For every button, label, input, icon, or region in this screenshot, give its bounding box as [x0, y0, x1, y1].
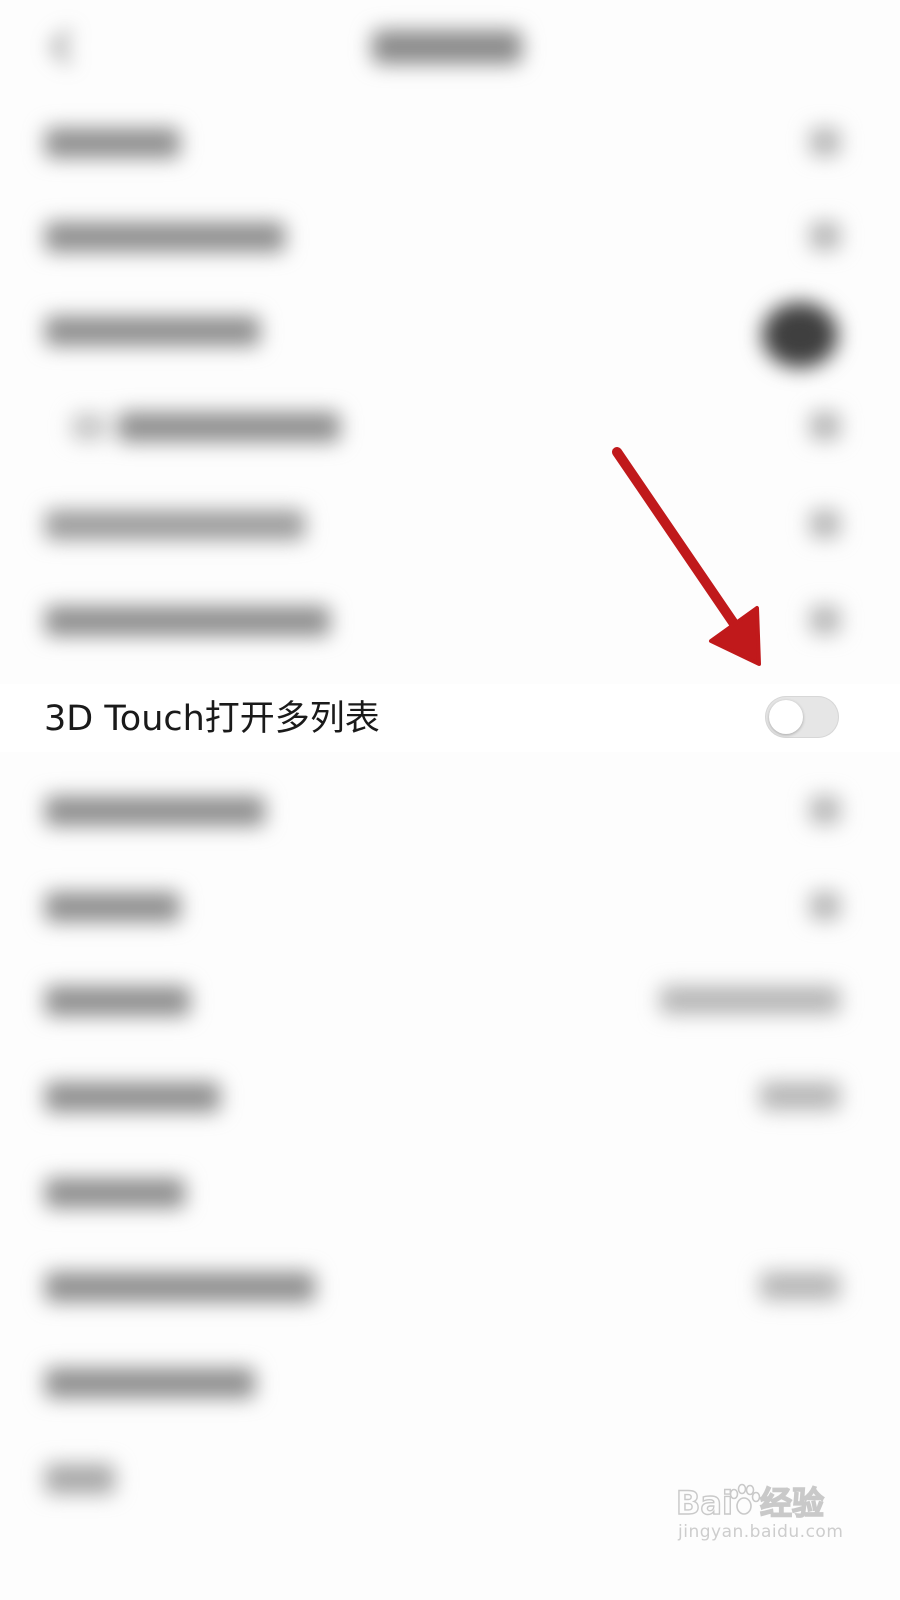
chevron-left-icon[interactable]: [48, 30, 74, 64]
toggle-switch[interactable]: [765, 696, 839, 738]
page-title-blurred: [372, 30, 522, 64]
settings-row-blurred: [0, 96, 900, 194]
setting-row-3d-touch[interactable]: 3D Touch打开多列表: [0, 684, 900, 752]
svg-text:经验: 经验: [760, 1484, 824, 1522]
settings-row-blurred: [0, 190, 900, 288]
settings-row-blurred: [0, 764, 900, 862]
settings-row-blurred: [0, 380, 900, 478]
settings-row-blurred: [0, 574, 900, 672]
settings-row-blurred: [0, 1240, 900, 1338]
settings-row-blurred: [0, 1050, 900, 1148]
settings-row-blurred: [0, 284, 900, 382]
settings-row-blurred: [0, 1146, 900, 1244]
toggle-knob: [769, 700, 803, 734]
settings-screen: 3D Touch打开多列表 Bai 经验 jingyan.baidu.com: [0, 0, 900, 1600]
setting-label: 3D Touch打开多列表: [44, 699, 380, 739]
watermark-url: jingyan.baidu.com: [678, 1522, 844, 1542]
baidu-logo-icon: Bai 经验: [676, 1483, 825, 1522]
settings-row-blurred: [0, 1336, 900, 1434]
settings-row-blurred: [0, 954, 900, 1052]
baidu-watermark: Bai 经验 jingyan.baidu.com: [676, 1470, 846, 1560]
settings-row-blurred: [0, 860, 900, 958]
svg-text:Bai: Bai: [676, 1484, 733, 1522]
settings-row-blurred: [0, 478, 900, 576]
